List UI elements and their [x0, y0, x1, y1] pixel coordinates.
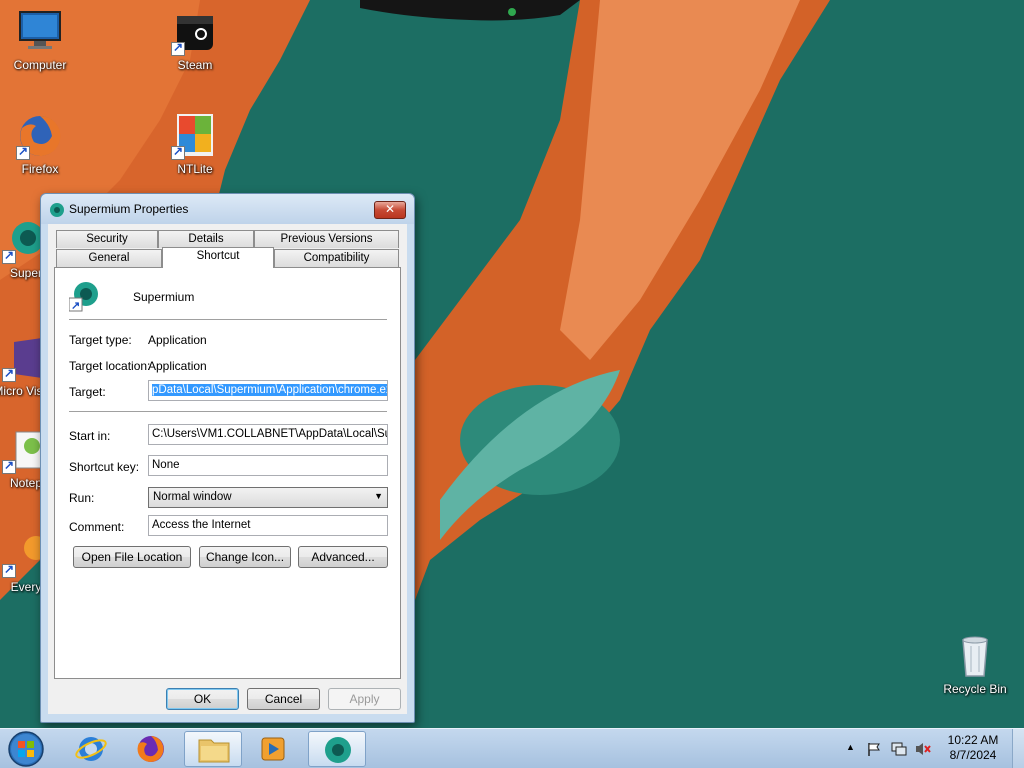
target-location-label: Target location: [69, 359, 151, 373]
internet-explorer-icon [75, 737, 107, 761]
shortcut-arrow-icon [2, 366, 16, 382]
dialog-titlebar[interactable]: Supermium Properties ✕ [41, 194, 414, 224]
run-select[interactable]: Normal window ▼ [148, 487, 388, 508]
firefox-icon [16, 112, 64, 160]
media-player-icon [261, 737, 285, 761]
ok-button[interactable]: OK [166, 688, 239, 710]
recycle-bin-icon [951, 632, 999, 680]
steam-icon [171, 8, 219, 56]
target-field[interactable]: pData\Local\Supermium\Application\chrome… [148, 380, 388, 401]
shortcut-arrow-icon [171, 40, 185, 56]
properties-dialog: Supermium Properties ✕ Security Details … [40, 193, 415, 723]
start-in-field[interactable]: C:\Users\VM1.COLLABNET\AppData\Local\Sup [148, 424, 388, 445]
tab-compatibility[interactable]: Compatibility [274, 249, 399, 267]
shortcut-key-field[interactable]: None [148, 455, 388, 476]
supermium-icon [325, 737, 351, 763]
app-name: Supermium [133, 290, 195, 304]
network-icon[interactable] [890, 741, 908, 757]
computer-icon [16, 8, 64, 56]
shortcut-arrow-icon [2, 458, 16, 474]
tab-previous-versions[interactable]: Previous Versions [254, 230, 399, 248]
supermium-icon [49, 202, 65, 218]
shortcut-arrow-icon [2, 248, 16, 264]
firefox-icon [137, 736, 164, 762]
app-icon: ↗ [68, 280, 101, 312]
taskbar-media-player[interactable] [244, 731, 302, 767]
tab-security[interactable]: Security [56, 230, 158, 248]
dialog-title: Supermium Properties [69, 202, 189, 216]
tab-details[interactable]: Details [158, 230, 254, 248]
taskbar-file-explorer[interactable] [184, 731, 242, 767]
run-label: Run: [69, 491, 95, 505]
open-file-location-button[interactable]: Open File Location [73, 546, 191, 568]
separator [69, 411, 387, 412]
svg-text:↗: ↗ [71, 300, 80, 312]
taskbar: ▲ 10:22 AM 8/7/2024 [0, 728, 1024, 768]
action-center-flag-icon[interactable] [866, 741, 882, 757]
close-button[interactable]: ✕ [374, 201, 406, 219]
taskbar-internet-explorer[interactable] [62, 731, 120, 767]
dialog-client-area: Security Details Previous Versions Gener… [48, 224, 407, 714]
shortcut-arrow-icon [171, 144, 185, 160]
volume-muted-icon[interactable] [914, 741, 932, 757]
separator [69, 319, 387, 320]
shortcut-tab-panel: ↗ Supermium Target type: Application Tar… [54, 267, 401, 679]
shortcut-arrow-icon [16, 144, 30, 160]
apply-button[interactable]: Apply [328, 688, 401, 710]
taskbar-supermium[interactable] [308, 731, 366, 767]
desktop-icon-computer[interactable]: Computer [0, 8, 80, 72]
ntlite-icon [171, 112, 219, 160]
taskbar-firefox[interactable] [122, 731, 180, 767]
desktop-icon-steam[interactable]: Steam [155, 8, 235, 72]
comment-field[interactable]: Access the Internet [148, 515, 388, 536]
dropdown-arrow-icon: ▼ [374, 491, 383, 501]
taskbar-clock[interactable]: 10:22 AM 8/7/2024 [936, 733, 1010, 763]
advanced-button[interactable]: Advanced... [298, 546, 388, 568]
target-label: Target: [69, 385, 106, 399]
target-location-value: Application [148, 359, 207, 373]
desktop-icon-recycle-bin[interactable]: Recycle Bin [935, 632, 1015, 696]
target-type-value: Application [148, 333, 207, 347]
desktop-icon-ntlite[interactable]: NTLite [155, 112, 235, 176]
desktop-icon-firefox[interactable]: Firefox [0, 112, 80, 176]
folder-icon [198, 739, 230, 763]
cancel-button[interactable]: Cancel [247, 688, 320, 710]
start-in-label: Start in: [69, 429, 111, 443]
target-field-text: pData\Local\Supermium\Application\chrome… [152, 384, 387, 396]
tray-chevron-icon[interactable]: ▲ [846, 742, 855, 752]
show-desktop-button[interactable] [1012, 729, 1024, 768]
tab-shortcut[interactable]: Shortcut [162, 247, 274, 268]
clock-date: 8/7/2024 [949, 748, 997, 762]
target-type-label: Target type: [69, 333, 132, 347]
start-button[interactable] [6, 730, 46, 768]
tab-general[interactable]: General [56, 249, 162, 267]
change-icon-button[interactable]: Change Icon... [199, 546, 291, 568]
shortcut-key-label: Shortcut key: [69, 460, 140, 474]
clock-time: 10:22 AM [947, 733, 999, 747]
shortcut-arrow-icon [2, 562, 16, 578]
comment-label: Comment: [69, 520, 125, 534]
run-select-value: Normal window [153, 491, 232, 503]
